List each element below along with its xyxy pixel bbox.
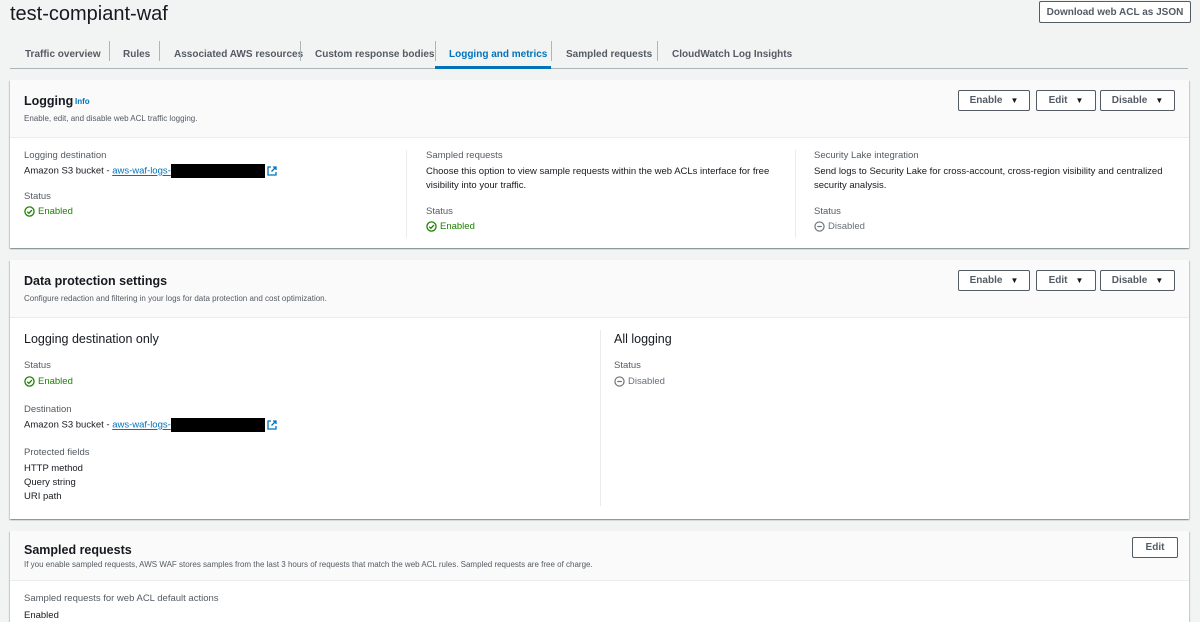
default-actions-label: Sampled requests for web ACL default act…	[24, 593, 219, 604]
data-protection-header: Data protection settings Configure redac…	[10, 260, 1189, 318]
tab-custom-response-bodies[interactable]: Custom response bodies	[315, 40, 434, 68]
dp-disable-label: Disable	[1111, 275, 1148, 286]
sampled-requests-label: Sampled requests	[426, 150, 503, 161]
sampled-status: Enabled	[426, 221, 475, 232]
dp-enable-button[interactable]: Enable ▼	[958, 270, 1030, 291]
logging-disable-button[interactable]: Disable ▼	[1100, 90, 1175, 111]
redaction-bar	[170, 164, 265, 178]
destination-prefix: Amazon S3 bucket -	[24, 419, 113, 431]
security-lake-label: Security Lake integration	[814, 150, 919, 161]
redaction-bar	[170, 418, 265, 432]
logging-panel: Logging Info Enable, edit, and disable w…	[10, 80, 1189, 248]
logging-enable-label: Enable	[969, 95, 1003, 106]
security-lake-text: Send logs to Security Lake for cross-acc…	[814, 166, 1163, 191]
dest-only-heading: Logging destination only	[24, 332, 159, 346]
caret-down-icon: ▼	[1010, 276, 1019, 285]
security-lake-status: Disabled	[814, 221, 865, 232]
logging-destination-label: Logging destination	[24, 150, 107, 161]
tab-separator	[300, 41, 301, 61]
minus-circle-icon	[814, 221, 825, 232]
minus-circle-icon	[614, 376, 625, 387]
sampled-edit-button[interactable]: Edit	[1132, 537, 1178, 558]
destination-label: Destination	[24, 404, 72, 415]
logging-title: Logging	[24, 94, 74, 108]
tab-cloudwatch-log-insights[interactable]: CloudWatch Log Insights	[672, 40, 792, 68]
all-logging-heading: All logging	[614, 332, 672, 346]
column-divider	[795, 150, 796, 238]
check-circle-icon	[426, 221, 437, 232]
logging-disable-label: Disable	[1111, 95, 1148, 106]
logging-panel-header: Logging Info Enable, edit, and disable w…	[10, 80, 1189, 138]
logging-status-label: Status	[24, 191, 51, 202]
logging-status: Enabled	[24, 206, 73, 217]
column-divider	[406, 150, 407, 238]
dp-edit-label: Edit	[1048, 275, 1068, 286]
tab-sampled-requests[interactable]: Sampled requests	[566, 40, 652, 68]
tab-rules[interactable]: Rules	[123, 40, 150, 68]
destination-value: Amazon S3 bucket - aws-waf-logs-	[24, 418, 278, 433]
dest-only-status-label: Status	[24, 360, 51, 371]
tab-separator	[159, 41, 160, 61]
tab-separator	[109, 41, 110, 61]
dest-only-status-text: Enabled	[38, 376, 73, 387]
caret-down-icon: ▼	[1075, 96, 1084, 105]
dest-only-status: Enabled	[24, 376, 73, 387]
security-lake-status-text: Disabled	[828, 221, 865, 232]
logging-edit-label: Edit	[1048, 95, 1068, 106]
sampled-requests-text: Choose this option to view sample reques…	[426, 166, 770, 191]
sampled-status-label: Status	[426, 206, 453, 217]
data-protection-description: Configure redaction and filtering in you…	[24, 294, 327, 303]
check-circle-icon	[24, 206, 35, 217]
tab-associated-resources[interactable]: Associated AWS resources	[174, 40, 303, 68]
logging-enable-button[interactable]: Enable ▼	[958, 90, 1030, 111]
check-circle-icon	[24, 376, 35, 387]
security-lake-status-label: Status	[814, 206, 841, 217]
all-logging-status-text: Disabled	[628, 376, 665, 387]
page-title: test-compiant-waf	[10, 3, 168, 25]
external-link-icon[interactable]	[267, 420, 278, 430]
dp-s3-bucket-link[interactable]: aws-waf-logs-	[112, 420, 171, 431]
sampled-status-text: Enabled	[440, 221, 475, 232]
data-protection-title: Data protection settings	[24, 274, 168, 288]
dp-disable-button[interactable]: Disable ▼	[1100, 270, 1175, 291]
tab-bar: Traffic overview Rules Associated AWS re…	[10, 34, 1188, 69]
logging-edit-button[interactable]: Edit ▼	[1036, 90, 1096, 111]
column-divider	[600, 330, 601, 506]
tab-separator	[657, 41, 658, 61]
logging-status-text: Enabled	[38, 206, 73, 217]
all-logging-status: Disabled	[614, 376, 665, 387]
all-logging-status-label: Status	[614, 360, 641, 371]
caret-down-icon: ▼	[1010, 96, 1019, 105]
sampled-requests-title: Sampled requests	[24, 543, 132, 557]
logging-description: Enable, edit, and disable web ACL traffi…	[24, 114, 198, 123]
caret-down-icon: ▼	[1155, 96, 1164, 105]
tab-traffic-overview[interactable]: Traffic overview	[25, 40, 101, 68]
protected-fields-label: Protected fields	[24, 447, 90, 458]
sampled-edit-label: Edit	[1145, 542, 1165, 553]
dp-enable-label: Enable	[969, 275, 1003, 286]
active-tab-indicator	[435, 66, 551, 69]
protected-field-item: Query string	[24, 477, 76, 488]
sampled-requests-header: Sampled requests If you enable sampled r…	[10, 531, 1189, 581]
download-json-button[interactable]: Download web ACL as JSON	[1039, 1, 1191, 23]
caret-down-icon: ▼	[1155, 276, 1164, 285]
protected-field-item: URI path	[24, 491, 62, 502]
protected-field-item: HTTP method	[24, 463, 83, 474]
tab-separator	[435, 41, 436, 61]
default-actions-value: Enabled	[24, 610, 59, 621]
data-protection-panel: Data protection settings Configure redac…	[10, 260, 1189, 519]
sampled-requests-panel: Sampled requests If you enable sampled r…	[10, 531, 1189, 622]
logging-info-link[interactable]: Info	[75, 97, 90, 106]
tab-logging-and-metrics[interactable]: Logging and metrics	[449, 40, 547, 68]
external-link-icon[interactable]	[267, 166, 278, 176]
destination-prefix: Amazon S3 bucket -	[24, 165, 113, 177]
dp-edit-button[interactable]: Edit ▼	[1036, 270, 1096, 291]
sampled-requests-description: If you enable sampled requests, AWS WAF …	[24, 560, 593, 569]
s3-bucket-link[interactable]: aws-waf-logs-	[112, 166, 171, 177]
download-json-label: Download web ACL as JSON	[1046, 6, 1184, 18]
tab-separator	[551, 41, 552, 61]
caret-down-icon: ▼	[1075, 276, 1084, 285]
logging-destination-value: Amazon S3 bucket - aws-waf-logs-	[24, 164, 278, 179]
